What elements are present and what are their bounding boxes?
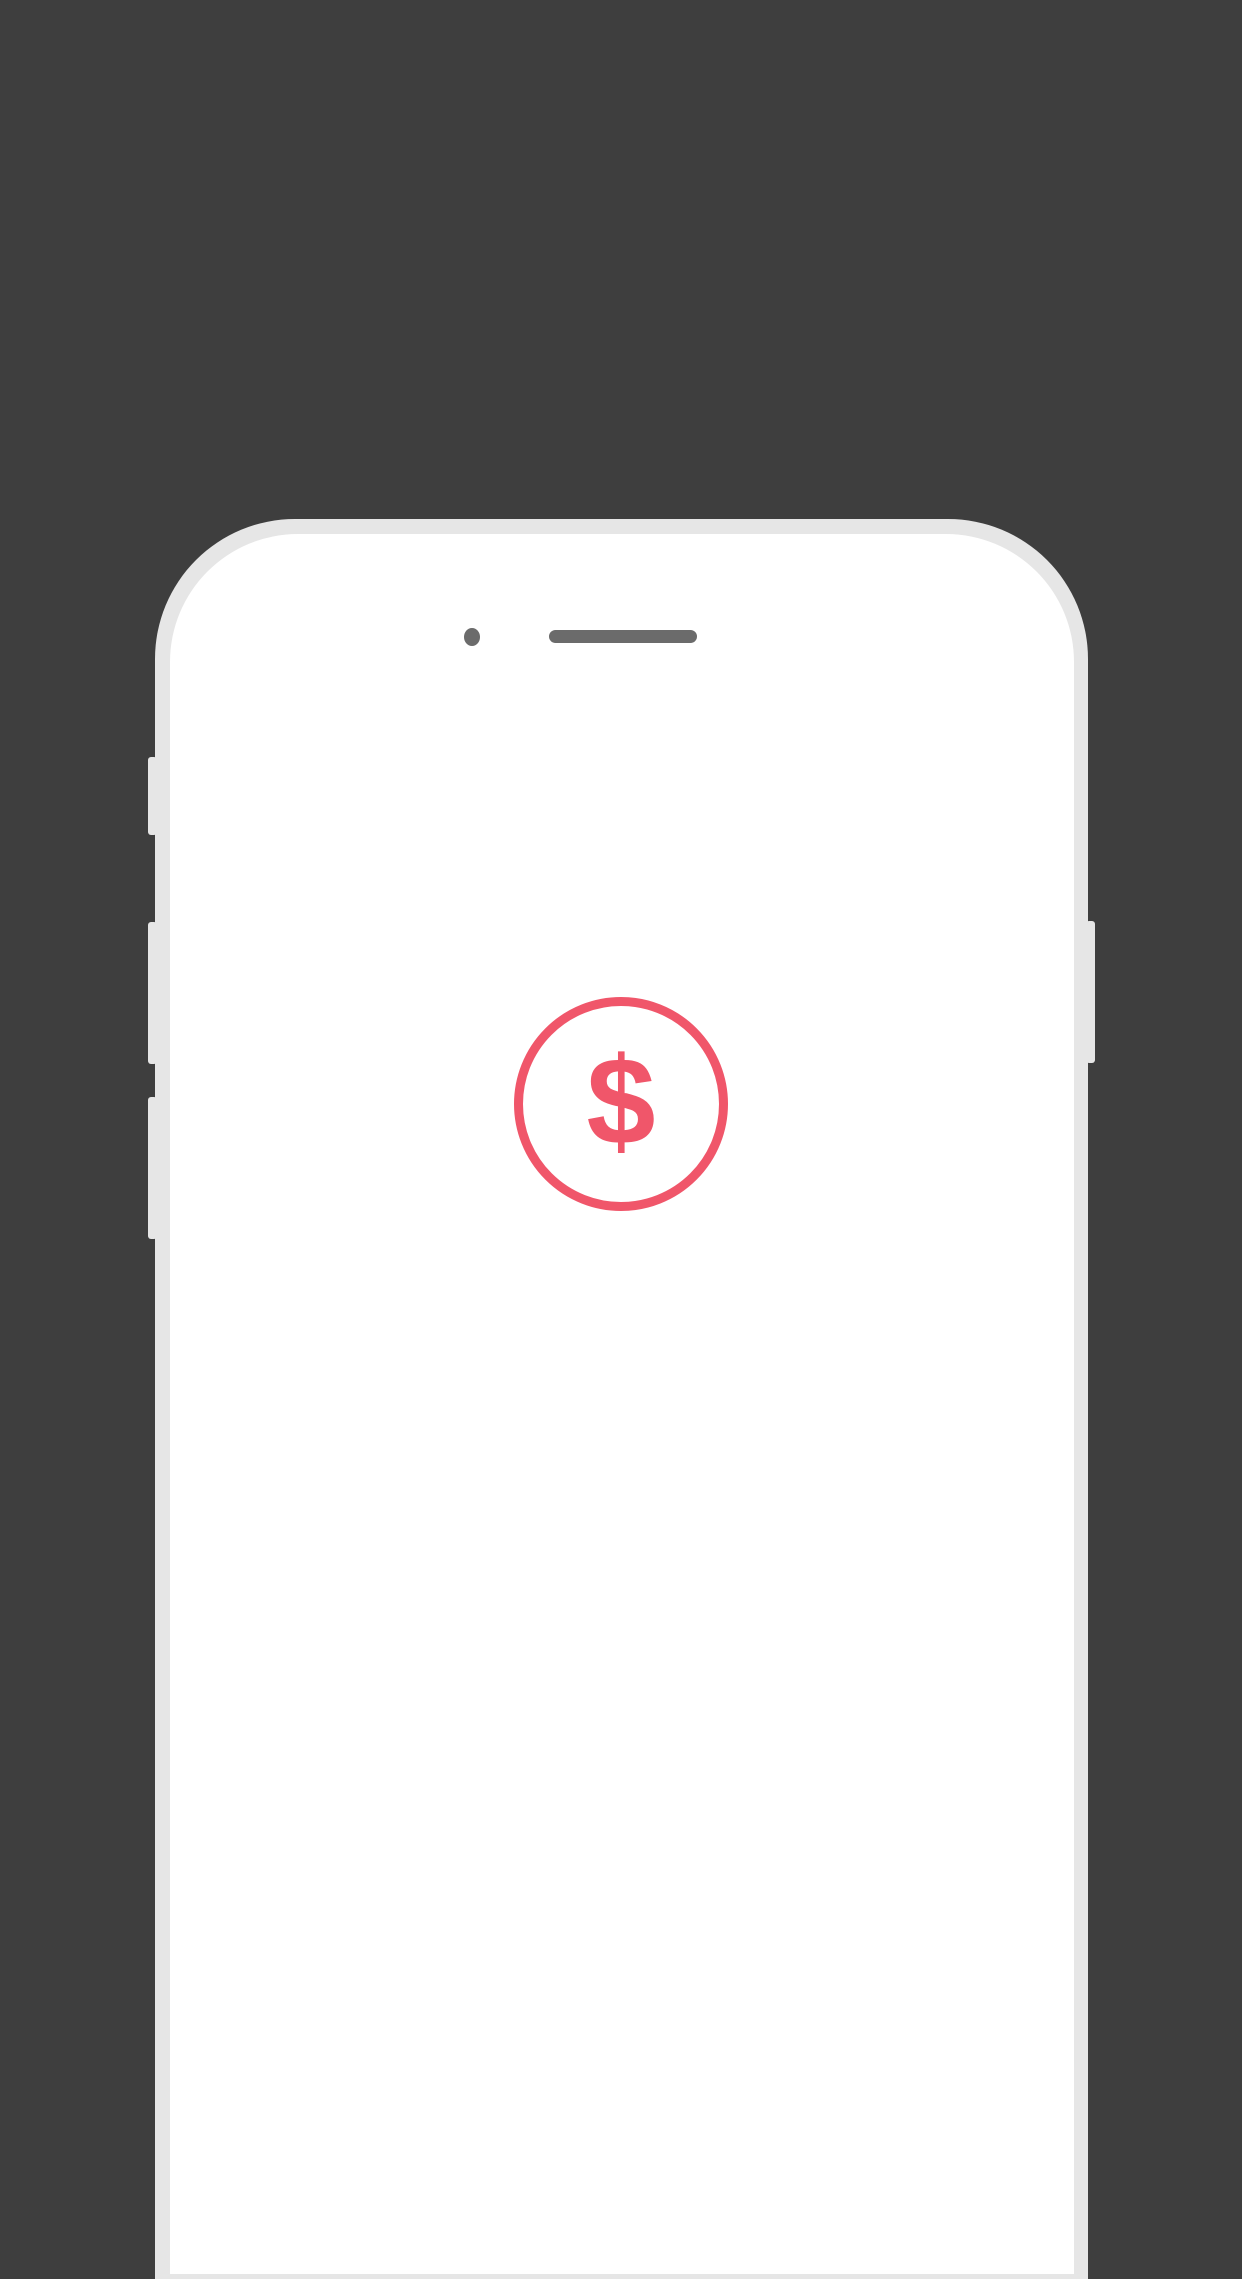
mute-switch [148,757,157,835]
dollar-circle-icon: $ [514,997,728,1211]
power-button [1086,921,1095,1063]
phone-screen [170,534,1074,2274]
dollar-sign-icon: $ [586,1033,656,1171]
earpiece-speaker [549,630,697,643]
front-camera-icon [464,628,480,646]
volume-down-button [148,1097,157,1239]
volume-up-button [148,922,157,1064]
